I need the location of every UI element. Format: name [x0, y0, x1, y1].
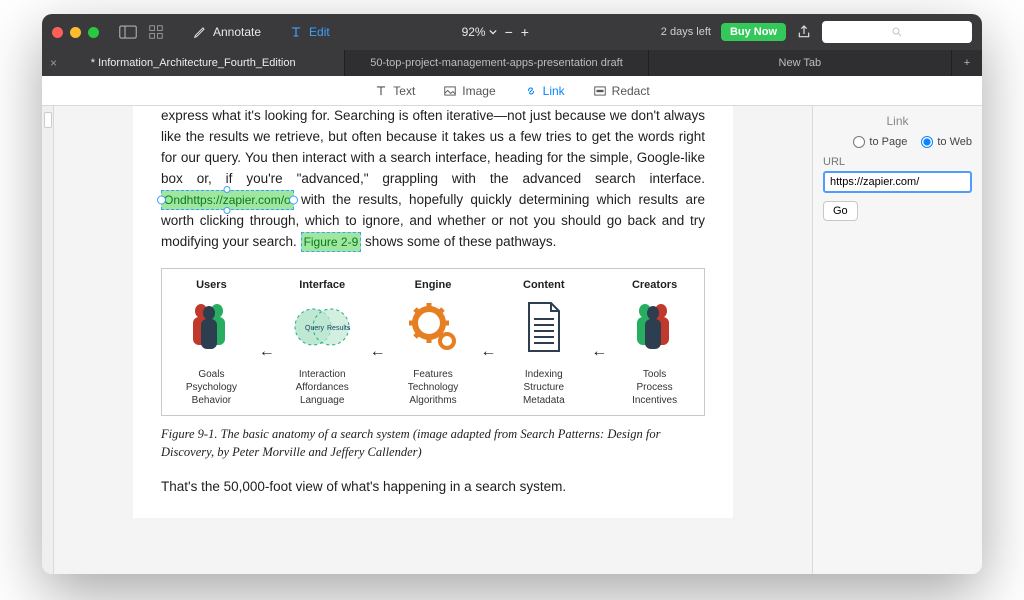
- tool-redact[interactable]: Redact: [593, 84, 650, 98]
- figure-caption: Figure 9-1. The basic anatomy of a searc…: [161, 426, 705, 461]
- tool-image-label: Image: [462, 84, 495, 98]
- figure-sub: Interaction Affordances Language: [281, 368, 364, 407]
- edit-text-icon: [289, 25, 303, 39]
- close-window-button[interactable]: [52, 27, 63, 38]
- text-run: express what it's looking for. Searching…: [161, 108, 705, 186]
- chevron-down-icon: [489, 28, 497, 36]
- search-field[interactable]: [822, 21, 972, 43]
- figure-box: Users Goals Psychology Behavior ← Interf…: [161, 268, 705, 416]
- figure-header: Users: [170, 279, 253, 291]
- url-input[interactable]: [823, 171, 972, 193]
- link-tool-icon: [524, 84, 538, 98]
- figure-col-interface: Interface Query Results Interaction Affo…: [281, 279, 364, 407]
- annotate-button[interactable]: Annotate: [193, 25, 261, 39]
- radio-to-page[interactable]: to Page: [853, 136, 907, 148]
- document-icon: [519, 297, 569, 357]
- radio-to-web[interactable]: to Web: [921, 136, 972, 148]
- edit-label: Edit: [309, 25, 330, 39]
- tab-label: 50-top-project-management-apps-presentat…: [370, 57, 623, 69]
- annotate-icon: [193, 25, 207, 39]
- search-icon: [891, 26, 903, 38]
- tab-information-architecture[interactable]: × * Information_Architecture_Fourth_Edit…: [42, 50, 345, 76]
- figure-sub: Features Technology Algorithms: [392, 368, 475, 407]
- radio-label: to Web: [937, 136, 972, 148]
- edit-button[interactable]: Edit: [289, 25, 330, 39]
- link-target-radios: to Page to Web: [823, 136, 972, 148]
- share-icon[interactable]: [796, 24, 812, 40]
- link-annotation[interactable]: Figure 2-9: [301, 232, 362, 253]
- tool-text[interactable]: Text: [374, 84, 415, 98]
- figure-header: Interface: [281, 279, 364, 291]
- figure-sub: Goals Psychology Behavior: [170, 368, 253, 407]
- figure-col-users: Users Goals Psychology Behavior: [170, 279, 253, 407]
- figure-header: Engine: [392, 279, 475, 291]
- tab-label: * Information_Architecture_Fourth_Editio…: [91, 57, 296, 69]
- gears-icon: [403, 297, 463, 357]
- svg-text:Results: Results: [327, 325, 351, 332]
- venn-icon: Query Results: [287, 297, 357, 357]
- document-canvas[interactable]: express what it's looking for. Searching…: [54, 106, 812, 574]
- figure-header: Creators: [613, 279, 696, 291]
- figure-header: Content: [502, 279, 585, 291]
- tool-link[interactable]: Link: [524, 84, 565, 98]
- title-toolbar: Annotate Edit 92% − + 2 days left Buy No…: [42, 14, 982, 50]
- body-paragraph-1: express what it's looking for. Searching…: [161, 106, 705, 252]
- tool-redact-label: Redact: [612, 84, 650, 98]
- arrow-icon: ←: [591, 325, 607, 361]
- redact-tool-icon: [593, 84, 607, 98]
- url-field-label: URL: [823, 156, 972, 168]
- add-tab-button[interactable]: +: [952, 50, 982, 76]
- grid-view-icon[interactable]: [147, 25, 165, 39]
- figure-col-creators: Creators Tools Process Incentives: [613, 279, 696, 407]
- fullscreen-window-button[interactable]: [88, 27, 99, 38]
- text-tool-icon: [374, 84, 388, 98]
- tab-label: New Tab: [779, 57, 822, 69]
- zoom-value: 92%: [462, 25, 486, 39]
- people-group-icon: [181, 297, 241, 357]
- arrow-icon: ←: [480, 325, 496, 361]
- figure-sub: Tools Process Incentives: [613, 368, 696, 407]
- tab-new[interactable]: New Tab: [649, 50, 952, 76]
- svg-text:Query: Query: [305, 325, 325, 332]
- figure-col-engine: Engine Features Technology Algorithms: [392, 279, 475, 407]
- image-tool-icon: [443, 84, 457, 98]
- editor-body: express what it's looking for. Searching…: [42, 106, 982, 574]
- tab-project-management-apps[interactable]: 50-top-project-management-apps-presentat…: [345, 50, 648, 76]
- text-run: shows some of these pathways.: [365, 234, 556, 249]
- tool-text-label: Text: [393, 84, 415, 98]
- radio-to-page-input[interactable]: [853, 136, 865, 148]
- app-window: Annotate Edit 92% − + 2 days left Buy No…: [42, 14, 982, 574]
- go-button[interactable]: Go: [823, 201, 858, 221]
- edit-mode-toolbar: Text Image Link Redact: [42, 76, 982, 106]
- figure-col-content: Content Indexing Structure Metadata: [502, 279, 585, 407]
- panel-title: Link: [823, 114, 972, 128]
- window-controls: [52, 27, 99, 38]
- people-group-icon: [625, 297, 685, 357]
- trial-days-label: 2 days left: [661, 26, 711, 38]
- figure-sub: Indexing Structure Metadata: [502, 368, 585, 407]
- link-annotation-text: Ondhttps://zapier.com/o: [164, 193, 291, 207]
- radio-to-web-input[interactable]: [921, 136, 933, 148]
- link-inspector-panel: Link to Page to Web URL Go: [812, 106, 982, 574]
- link-annotation-selected[interactable]: Ondhttps://zapier.com/o: [161, 190, 294, 211]
- radio-label: to Page: [869, 136, 907, 148]
- minimize-window-button[interactable]: [70, 27, 81, 38]
- left-gutter: [42, 106, 54, 574]
- pdf-page: express what it's looking for. Searching…: [133, 106, 733, 518]
- zoom-controls: 92% − +: [462, 24, 529, 40]
- arrow-icon: ←: [259, 325, 275, 361]
- annotate-label: Annotate: [213, 25, 261, 39]
- tool-image[interactable]: Image: [443, 84, 495, 98]
- zoom-dropdown[interactable]: 92%: [462, 25, 497, 39]
- gutter-handle[interactable]: [44, 112, 52, 128]
- tool-link-label: Link: [543, 84, 565, 98]
- document-tabstrip: × * Information_Architecture_Fourth_Edit…: [42, 50, 982, 76]
- sidebar-toggle-icon[interactable]: [119, 25, 137, 39]
- body-paragraph-2: That's the 50,000-foot view of what's ha…: [161, 477, 705, 498]
- arrow-icon: ←: [370, 325, 386, 361]
- zoom-in-button[interactable]: +: [521, 24, 529, 40]
- buy-now-button[interactable]: Buy Now: [721, 23, 786, 41]
- tab-close-icon[interactable]: ×: [50, 56, 57, 70]
- zoom-out-button[interactable]: −: [505, 24, 513, 40]
